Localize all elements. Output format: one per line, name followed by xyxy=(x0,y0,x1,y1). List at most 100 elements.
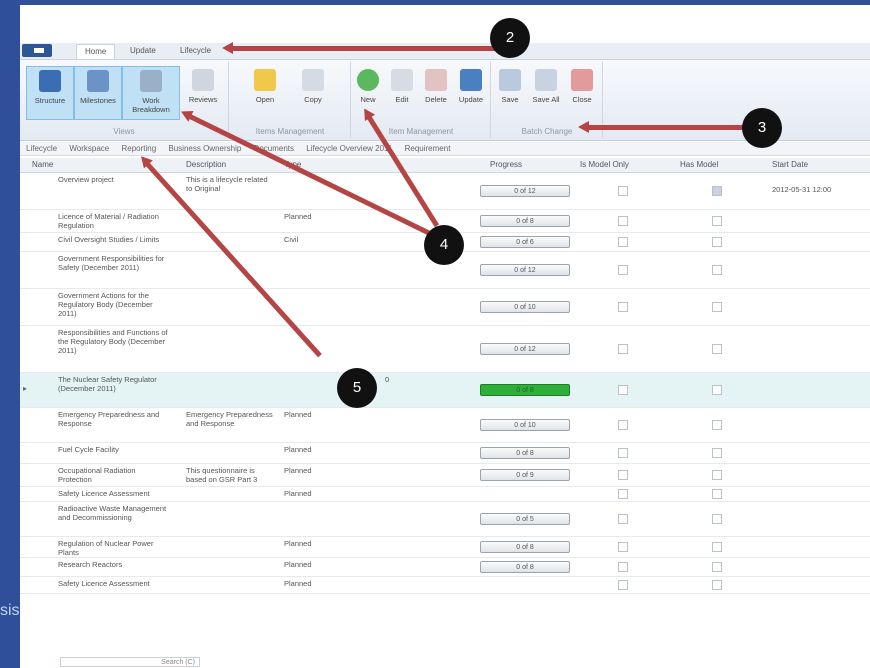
edit-button[interactable]: Edit xyxy=(386,66,418,118)
has-model-checkbox[interactable] xyxy=(712,470,722,480)
model-only-checkbox[interactable] xyxy=(618,562,628,572)
breadcrumb-item[interactable]: Requirement xyxy=(405,144,451,153)
table-row[interactable]: Government Actions for the Regulatory Bo… xyxy=(20,289,870,326)
copy-button[interactable]: Copy xyxy=(290,66,336,118)
breadcrumb-item[interactable]: Business Ownership xyxy=(168,144,241,153)
model-only-checkbox[interactable] xyxy=(618,580,628,590)
has-model-checkbox[interactable] xyxy=(712,302,722,312)
app-window: Home Update Lifecycle Structure Mileston… xyxy=(20,5,870,668)
model-only-checkbox[interactable] xyxy=(618,344,628,354)
structure-icon xyxy=(39,70,61,92)
update-icon xyxy=(460,69,482,91)
cell-name: Occupational Radiation Protection xyxy=(58,466,136,484)
breadcrumb-item[interactable]: Lifecycle Overview 2011 xyxy=(306,144,392,153)
data-grid: Name Description Type Progress Is Model … xyxy=(20,158,870,594)
table-row[interactable]: Regulation of Nuclear Power Plants Planne… xyxy=(20,537,870,558)
table-row[interactable]: Research Reactors Planned 0 of 8 xyxy=(20,558,870,577)
progress-button[interactable]: 0 of 6 xyxy=(480,236,570,248)
model-only-checkbox[interactable] xyxy=(618,237,628,247)
copy-icon xyxy=(302,69,324,91)
table-row[interactable]: Safety Licence Assessment Planned xyxy=(20,487,870,502)
row-selector[interactable]: ▸ xyxy=(23,384,27,393)
has-model-checkbox[interactable] xyxy=(712,265,722,275)
has-model-checkbox[interactable] xyxy=(712,186,722,196)
progress-button[interactable]: 0 of 8 xyxy=(480,215,570,227)
callout-badge-2: 2 xyxy=(490,18,530,58)
callout-arrow-3 xyxy=(578,121,746,133)
tab-lifecycle[interactable]: Lifecycle xyxy=(172,44,219,58)
progress-button[interactable]: 0 of 10 xyxy=(480,301,570,313)
progress-button[interactable]: 0 of 5 xyxy=(480,513,570,525)
update-button[interactable]: Update xyxy=(454,66,488,118)
model-only-checkbox[interactable] xyxy=(618,448,628,458)
progress-button[interactable]: 0 of 12 xyxy=(480,343,570,355)
model-only-checkbox[interactable] xyxy=(618,514,628,524)
has-model-checkbox[interactable] xyxy=(712,580,722,590)
app-menu-button[interactable] xyxy=(22,44,52,57)
model-only-checkbox[interactable] xyxy=(618,265,628,275)
progress-button[interactable]: 0 of 12 xyxy=(480,264,570,276)
has-model-checkbox[interactable] xyxy=(712,542,722,552)
column-header-progress[interactable]: Progress xyxy=(490,160,522,169)
breadcrumb-item[interactable]: Reporting xyxy=(121,144,156,153)
model-only-checkbox[interactable] xyxy=(618,385,628,395)
delete-button[interactable]: Delete xyxy=(420,66,452,118)
close-button[interactable]: Close xyxy=(566,66,598,118)
tab-update[interactable]: Update xyxy=(122,44,164,58)
has-model-checkbox[interactable] xyxy=(712,489,722,499)
cell-type: Planned xyxy=(284,466,312,475)
save-all-button[interactable]: Save All xyxy=(528,66,564,118)
table-row[interactable]: Safety Licence Assessment Planned xyxy=(20,577,870,594)
cell-name: Government Responsibilities for Safety (… xyxy=(58,254,165,272)
breadcrumb-item[interactable]: Workspace xyxy=(69,144,109,153)
table-row[interactable]: Fuel Cycle Facility Planned 0 of 8 xyxy=(20,443,870,464)
table-row[interactable]: Occupational Radiation Protection This qu… xyxy=(20,464,870,487)
save-button[interactable]: Save xyxy=(494,66,526,118)
progress-button[interactable]: 0 of 10 xyxy=(480,419,570,431)
tab-home[interactable]: Home xyxy=(76,44,116,59)
progress-button[interactable]: 0 of 8 xyxy=(480,384,570,396)
has-model-checkbox[interactable] xyxy=(712,448,722,458)
table-row[interactable]: ▸ The Nuclear Safety Regulator (December … xyxy=(20,373,870,408)
work-breakdown-button[interactable]: Work Breakdown xyxy=(122,66,180,120)
search-input[interactable]: Search (C) xyxy=(60,657,200,667)
save-all-icon xyxy=(535,69,557,91)
model-only-checkbox[interactable] xyxy=(618,302,628,312)
table-row[interactable]: Overview project This is a lifecycle rela… xyxy=(20,173,870,210)
model-only-checkbox[interactable] xyxy=(618,216,628,226)
has-model-checkbox[interactable] xyxy=(712,562,722,572)
model-only-checkbox[interactable] xyxy=(618,186,628,196)
ribbon-group-label: Items Management xyxy=(255,127,325,136)
table-row[interactable]: Responsibilities and Functions of the Re… xyxy=(20,326,870,373)
structure-button[interactable]: Structure xyxy=(26,66,74,120)
cell-name: Radioactive Waste Management and Decommi… xyxy=(58,504,167,522)
table-row[interactable]: Emergency Preparedness and Response Emerg… xyxy=(20,408,870,443)
has-model-checkbox[interactable] xyxy=(712,385,722,395)
progress-button[interactable]: 0 of 8 xyxy=(480,541,570,553)
open-button[interactable]: Open xyxy=(242,66,288,118)
column-header-description[interactable]: Description xyxy=(186,160,226,169)
progress-button[interactable]: 0 of 8 xyxy=(480,447,570,459)
model-only-checkbox[interactable] xyxy=(618,489,628,499)
cell-description: Emergency Preparedness and Response xyxy=(186,410,273,428)
model-only-checkbox[interactable] xyxy=(618,420,628,430)
progress-button[interactable]: 0 of 12 xyxy=(480,185,570,197)
column-header-start-date[interactable]: Start Date xyxy=(772,160,808,169)
model-only-checkbox[interactable] xyxy=(618,470,628,480)
progress-button[interactable]: 0 of 8 xyxy=(480,561,570,573)
has-model-checkbox[interactable] xyxy=(712,237,722,247)
milestones-button[interactable]: Milestones xyxy=(74,66,122,120)
progress-button[interactable]: 0 of 9 xyxy=(480,469,570,481)
has-model-checkbox[interactable] xyxy=(712,420,722,430)
column-header-model-only[interactable]: Is Model Only xyxy=(580,160,629,169)
breadcrumb-item[interactable]: Lifecycle xyxy=(26,144,57,153)
cell-type: Civil xyxy=(284,235,299,244)
model-only-checkbox[interactable] xyxy=(618,542,628,552)
cell-name: Regulation of Nuclear Power Plants xyxy=(58,539,154,557)
has-model-checkbox[interactable] xyxy=(712,514,722,524)
column-header-has-model[interactable]: Has Model xyxy=(680,160,718,169)
has-model-checkbox[interactable] xyxy=(712,216,722,226)
table-row[interactable]: Radioactive Waste Management and Decommi… xyxy=(20,502,870,537)
column-header-name[interactable]: Name xyxy=(32,160,53,169)
has-model-checkbox[interactable] xyxy=(712,344,722,354)
